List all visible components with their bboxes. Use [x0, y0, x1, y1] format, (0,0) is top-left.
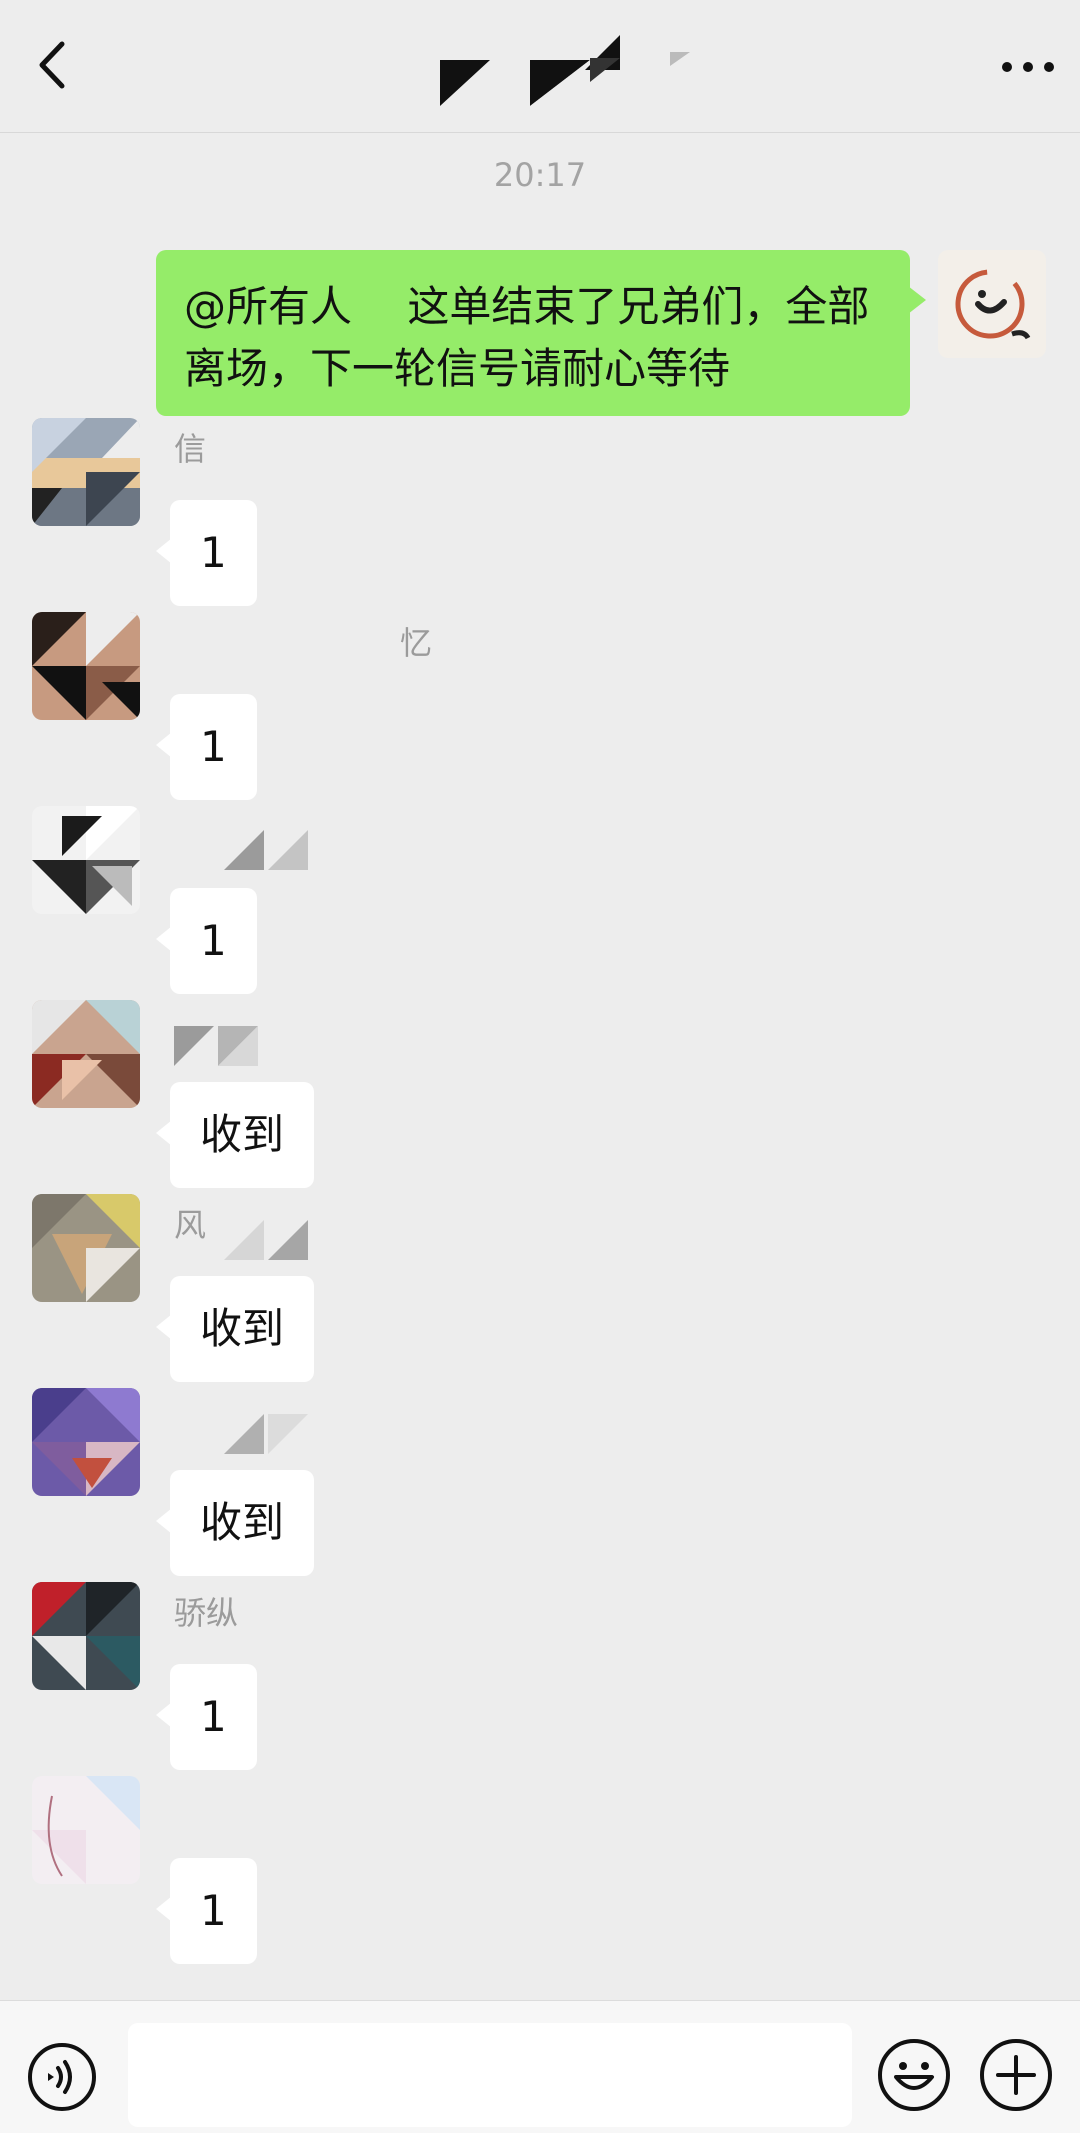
sender-name: 骄纵 — [174, 1594, 239, 1632]
avatar-mosaic — [32, 418, 140, 526]
message-row: 1 — [0, 804, 1080, 994]
avatar[interactable] — [32, 1582, 140, 1690]
message-timestamp: 20:17 — [493, 156, 587, 194]
sender-name-mosaic — [224, 830, 308, 870]
avatar[interactable] — [32, 418, 140, 526]
incoming-message-bubble[interactable]: 1 — [156, 694, 257, 800]
message-row: 信 1 — [0, 416, 1080, 606]
message-row: 骄纵 1 — [0, 1580, 1080, 1770]
emoji-icon[interactable] — [876, 2037, 952, 2113]
sender-name-mosaic — [174, 1026, 258, 1066]
sender-name: 信 — [174, 430, 207, 468]
incoming-message-bubble[interactable]: 1 — [156, 1858, 257, 1964]
sender-name-mosaic — [224, 1220, 308, 1260]
avatar-mosaic — [32, 1582, 140, 1690]
avatar[interactable] — [32, 1194, 140, 1302]
avatar-mosaic — [32, 806, 140, 914]
avatar[interactable] — [32, 1000, 140, 1108]
voice-icon[interactable] — [26, 2041, 98, 2113]
incoming-message-bubble[interactable]: 1 — [156, 500, 257, 606]
message-row: 忆 1 — [0, 610, 1080, 800]
incoming-message-bubble[interactable]: 收到 — [155, 1276, 315, 1382]
avatar[interactable] — [32, 1776, 140, 1884]
avatar[interactable] — [32, 806, 140, 914]
more-dot — [1044, 62, 1054, 72]
message-row: 风 收到 — [0, 1192, 1080, 1382]
incoming-message-bubble[interactable]: 收到 — [155, 1470, 315, 1576]
avatar-mosaic — [32, 1776, 140, 1884]
sender-name: 忆 — [400, 624, 433, 662]
more-dot — [1023, 62, 1033, 72]
message-row: 收到 — [0, 998, 1080, 1188]
enso-avatar-image — [955, 269, 1031, 340]
incoming-message-bubble[interactable]: 收到 — [155, 1082, 315, 1188]
avatar[interactable] — [32, 1388, 140, 1496]
more-dot — [1002, 62, 1012, 72]
top-bar: 杰哥 — [0, 0, 1080, 133]
sender-name-mosaic — [224, 1414, 308, 1454]
avatar-mosaic — [32, 1388, 140, 1496]
outgoing-message-bubble[interactable]: @所有人 这单结束了兄弟们，全部离场，下一轮信号请耐心等待 — [156, 250, 926, 416]
incoming-message-bubble[interactable]: 1 — [156, 888, 257, 994]
self-avatar[interactable] — [938, 250, 1046, 358]
input-toolbar — [0, 2000, 1080, 2133]
avatar-mosaic — [32, 612, 140, 720]
avatar-mosaic — [32, 1194, 140, 1302]
message-input[interactable] — [128, 2023, 852, 2127]
avatar[interactable] — [32, 612, 140, 720]
title-mosaic-mask — [440, 30, 710, 110]
more-options-button[interactable] — [1000, 56, 1056, 76]
incoming-message-bubble[interactable]: 1 — [156, 1664, 257, 1770]
plus-icon[interactable] — [978, 2037, 1054, 2113]
message-row: 收到 — [0, 1386, 1080, 1576]
sender-name: 风 — [174, 1206, 207, 1244]
message-row: 1 — [0, 1774, 1080, 1964]
avatar-mosaic — [32, 1000, 140, 1108]
